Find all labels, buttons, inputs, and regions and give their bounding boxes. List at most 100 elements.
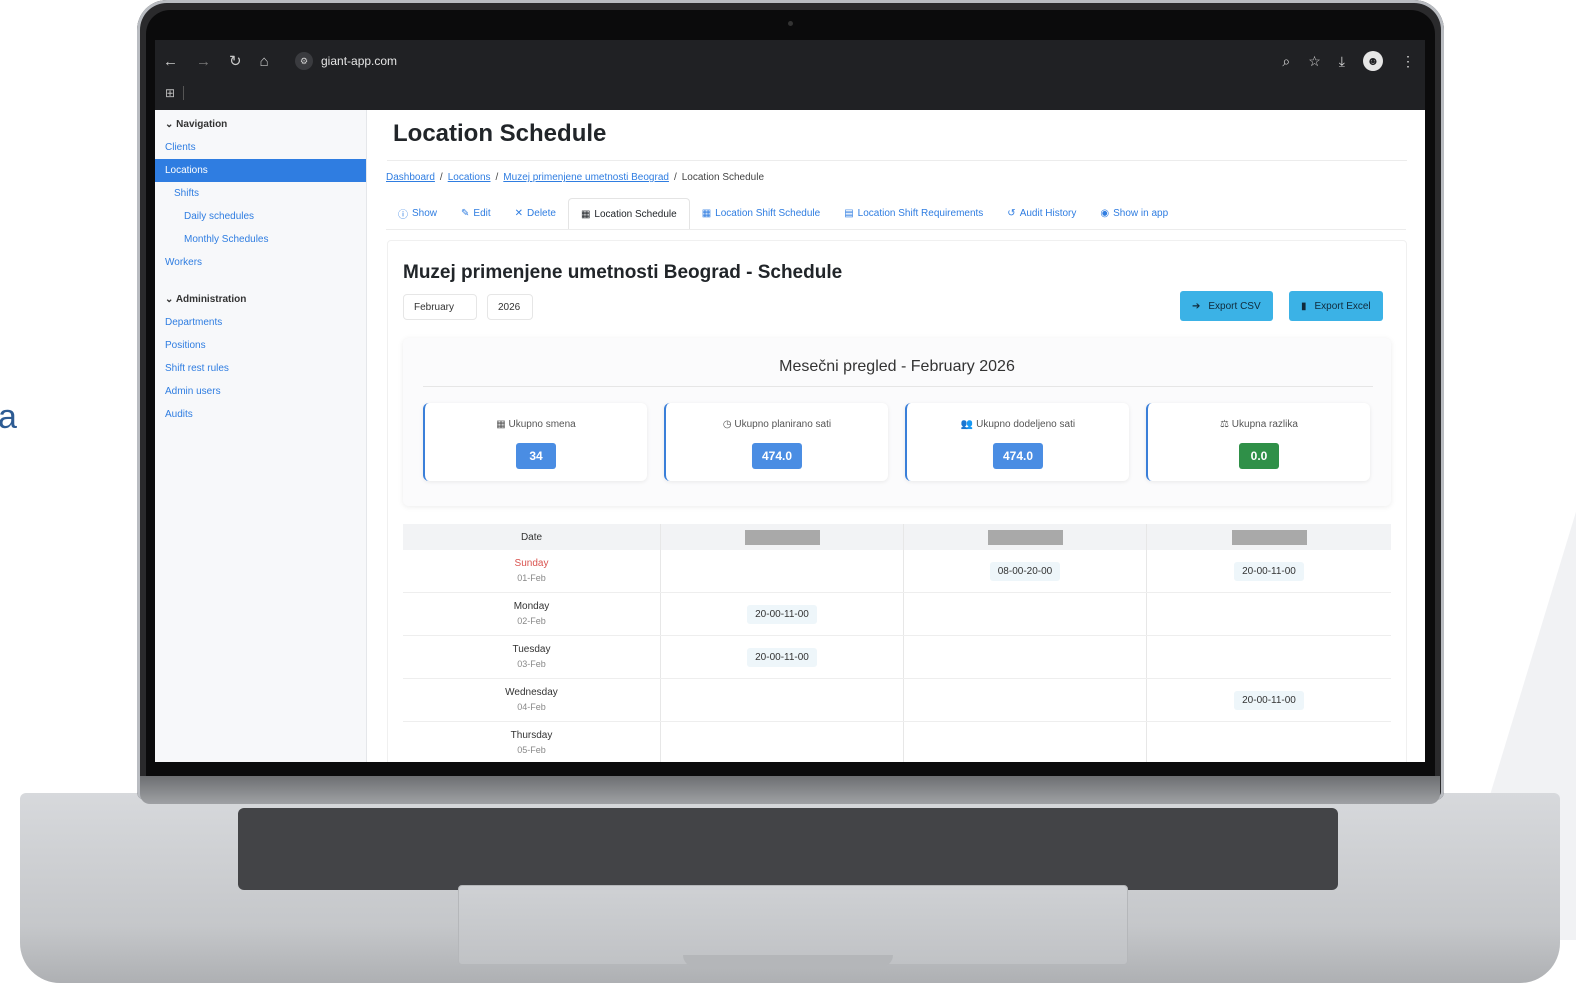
date-cell: Thursday 05-Feb [403, 722, 661, 762]
stat-label: ⚖ Ukupna razlika [1148, 419, 1370, 430]
sidebar-item-monthly-schedules[interactable]: Monthly Schedules [155, 228, 366, 251]
date-cell: Tuesday 03-Feb [403, 636, 661, 678]
shift-badge[interactable]: 20-00-11-00 [1234, 690, 1304, 710]
shift-badge[interactable]: 20-00-11-00 [747, 647, 817, 667]
redacted-name [744, 529, 820, 545]
tab-show[interactable]: ⓘ Show [386, 198, 449, 229]
sidebar-item-shift-rest-rules[interactable]: Shift rest rules [155, 357, 366, 380]
shift-cell [661, 679, 904, 721]
breadcrumb: Dashboard / Locations / Muzej primenjene u… [386, 172, 764, 183]
camera-icon [788, 21, 793, 26]
breadcrumb-separator: / [439, 172, 443, 183]
sidebar: ⌄ Navigation Clients Locations Shifts Da… [155, 110, 367, 762]
tab-label: Audit History [1019, 208, 1077, 219]
tab-audit-history[interactable]: ↺ Audit History [995, 198, 1088, 229]
balance-icon: ⚖ [1220, 419, 1230, 430]
tab-show-in-app[interactable]: ◉ Show in app [1088, 198, 1180, 229]
screen: ← → ↻ ⌂ ⚙ giant-app.com ⌕ ☆ ⤓ ☻ ⋮ ⊞ ⌄ Na… [155, 40, 1425, 762]
profile-avatar-icon[interactable]: ☻ [1363, 51, 1383, 71]
shift-cell [904, 636, 1147, 678]
shift-badge[interactable]: 20-00-11-00 [1234, 561, 1304, 581]
sidebar-administration-heading[interactable]: ⌄ Administration [155, 289, 366, 311]
breadcrumb-current: Location Schedule [681, 172, 765, 183]
zoom-icon[interactable]: ⌕ [1282, 53, 1290, 70]
shift-badge[interactable]: 08-00-20-00 [989, 561, 1061, 581]
clipboard-icon: ▤ [844, 208, 854, 219]
day-date: 02-Feb [517, 616, 546, 626]
table-row: Thursday 05-Feb [403, 722, 1391, 762]
column-header-worker [1147, 524, 1391, 550]
stat-card-assigned-hours: 👥 Ukupno dodeljeno sati 474.0 [905, 403, 1129, 481]
export-excel-button[interactable]: ▮ Export Excel [1289, 291, 1383, 321]
stat-card-planned-hours: ◷ Ukupno planirano sati 474.0 [664, 403, 888, 481]
tab-label: Show in app [1113, 208, 1169, 219]
browser-nav: ← → ↻ ⌂ [163, 50, 269, 72]
menu-kebab-icon[interactable]: ⋮ [1401, 53, 1415, 70]
schedule-title: Muzej primenjene umetnosti Beograd - Sch… [403, 262, 843, 283]
button-label: Export CSV [1208, 300, 1261, 312]
shift-cell: 20-00-11-00 [1147, 550, 1391, 592]
back-arrow-icon[interactable]: ← [163, 53, 178, 70]
breadcrumb-dashboard[interactable]: Dashboard [386, 172, 435, 183]
sidebar-item-locations[interactable]: Locations [155, 159, 366, 182]
tab-edit[interactable]: ✎ Edit [449, 198, 503, 229]
month-select[interactable]: February [403, 294, 477, 320]
summary-divider [423, 386, 1373, 387]
date-cell: Sunday 01-Feb [403, 550, 661, 592]
users-icon: 👥 [960, 419, 974, 430]
calendar-icon: ▦ [496, 419, 506, 430]
day-name: Wednesday [505, 687, 558, 698]
apps-grid-icon[interactable]: ⊞ [165, 86, 175, 100]
tabs: ⓘ Show ✎ Edit ✕ Delete ▦ Location Schedule ▦… [386, 198, 1406, 230]
button-label: Export Excel [1314, 300, 1371, 312]
shift-badge[interactable]: 20-00-11-00 [747, 604, 817, 624]
stat-value: 474.0 [992, 443, 1044, 469]
stat-value: 474.0 [751, 443, 803, 469]
sidebar-item-positions[interactable]: Positions [155, 334, 366, 357]
sidebar-item-clients[interactable]: Clients [155, 136, 366, 159]
breadcrumb-location[interactable]: Muzej primenjene umetnosti Beograd [503, 172, 669, 183]
laptop-trackpad [458, 885, 1128, 965]
sidebar-item-daily-schedules[interactable]: Daily schedules [155, 205, 366, 228]
tab-delete[interactable]: ✕ Delete [503, 198, 568, 229]
breadcrumb-separator: / [673, 172, 677, 183]
tab-location-shift-requirements[interactable]: ▤ Location Shift Requirements [832, 198, 995, 229]
shift-cell: 08-00-20-00 [904, 550, 1147, 592]
laptop-keyboard [238, 808, 1338, 890]
address-bar[interactable]: ⚙ giant-app.com [295, 50, 397, 72]
tab-location-schedule[interactable]: ▦ Location Schedule [567, 198, 690, 229]
shift-cell [904, 679, 1147, 721]
stat-label-text: Ukupno dodeljeno sati [976, 419, 1076, 430]
download-icon[interactable]: ⤓ [1339, 53, 1345, 70]
sidebar-item-workers[interactable]: Workers [155, 251, 366, 274]
shift-cell [661, 550, 904, 592]
stat-label-text: Ukupno smena [508, 419, 576, 430]
sidebar-navigation-heading[interactable]: ⌄ Navigation [155, 114, 366, 136]
tab-location-shift-schedule[interactable]: ▦ Location Shift Schedule [690, 198, 833, 229]
file-icon: ▮ [1301, 300, 1307, 312]
column-header-worker [661, 524, 904, 550]
forward-arrow-icon[interactable]: → [196, 53, 211, 70]
reload-icon[interactable]: ↻ [229, 52, 242, 70]
sidebar-item-admin-users[interactable]: Admin users [155, 380, 366, 403]
sidebar-item-departments[interactable]: Departments [155, 311, 366, 334]
shift-cell [1147, 722, 1391, 762]
shift-cell: 20-00-11-00 [661, 636, 904, 678]
clock-icon: ◷ [722, 419, 732, 430]
export-csv-button[interactable]: ➔ Export CSV [1180, 291, 1273, 321]
title-divider [387, 160, 1407, 161]
date-cell: Monday 02-Feb [403, 593, 661, 635]
breadcrumb-locations[interactable]: Locations [448, 172, 491, 183]
sidebar-item-audits[interactable]: Audits [155, 403, 366, 426]
stat-card-difference: ⚖ Ukupna razlika 0.0 [1146, 403, 1370, 481]
year-select[interactable]: 2026 [487, 294, 533, 320]
shift-cell [1147, 636, 1391, 678]
schedule-card: Muzej primenjene umetnosti Beograd - Sch… [387, 240, 1407, 762]
home-icon[interactable]: ⌂ [260, 53, 269, 70]
stat-label: ◷ Ukupno planirano sati [666, 419, 888, 430]
sidebar-item-shifts[interactable]: Shifts [155, 182, 366, 205]
bookmark-star-icon[interactable]: ☆ [1308, 53, 1321, 70]
table-row: Tuesday 03-Feb 20-00-11-00 [403, 636, 1391, 679]
site-settings-icon[interactable]: ⚙ [295, 52, 313, 70]
